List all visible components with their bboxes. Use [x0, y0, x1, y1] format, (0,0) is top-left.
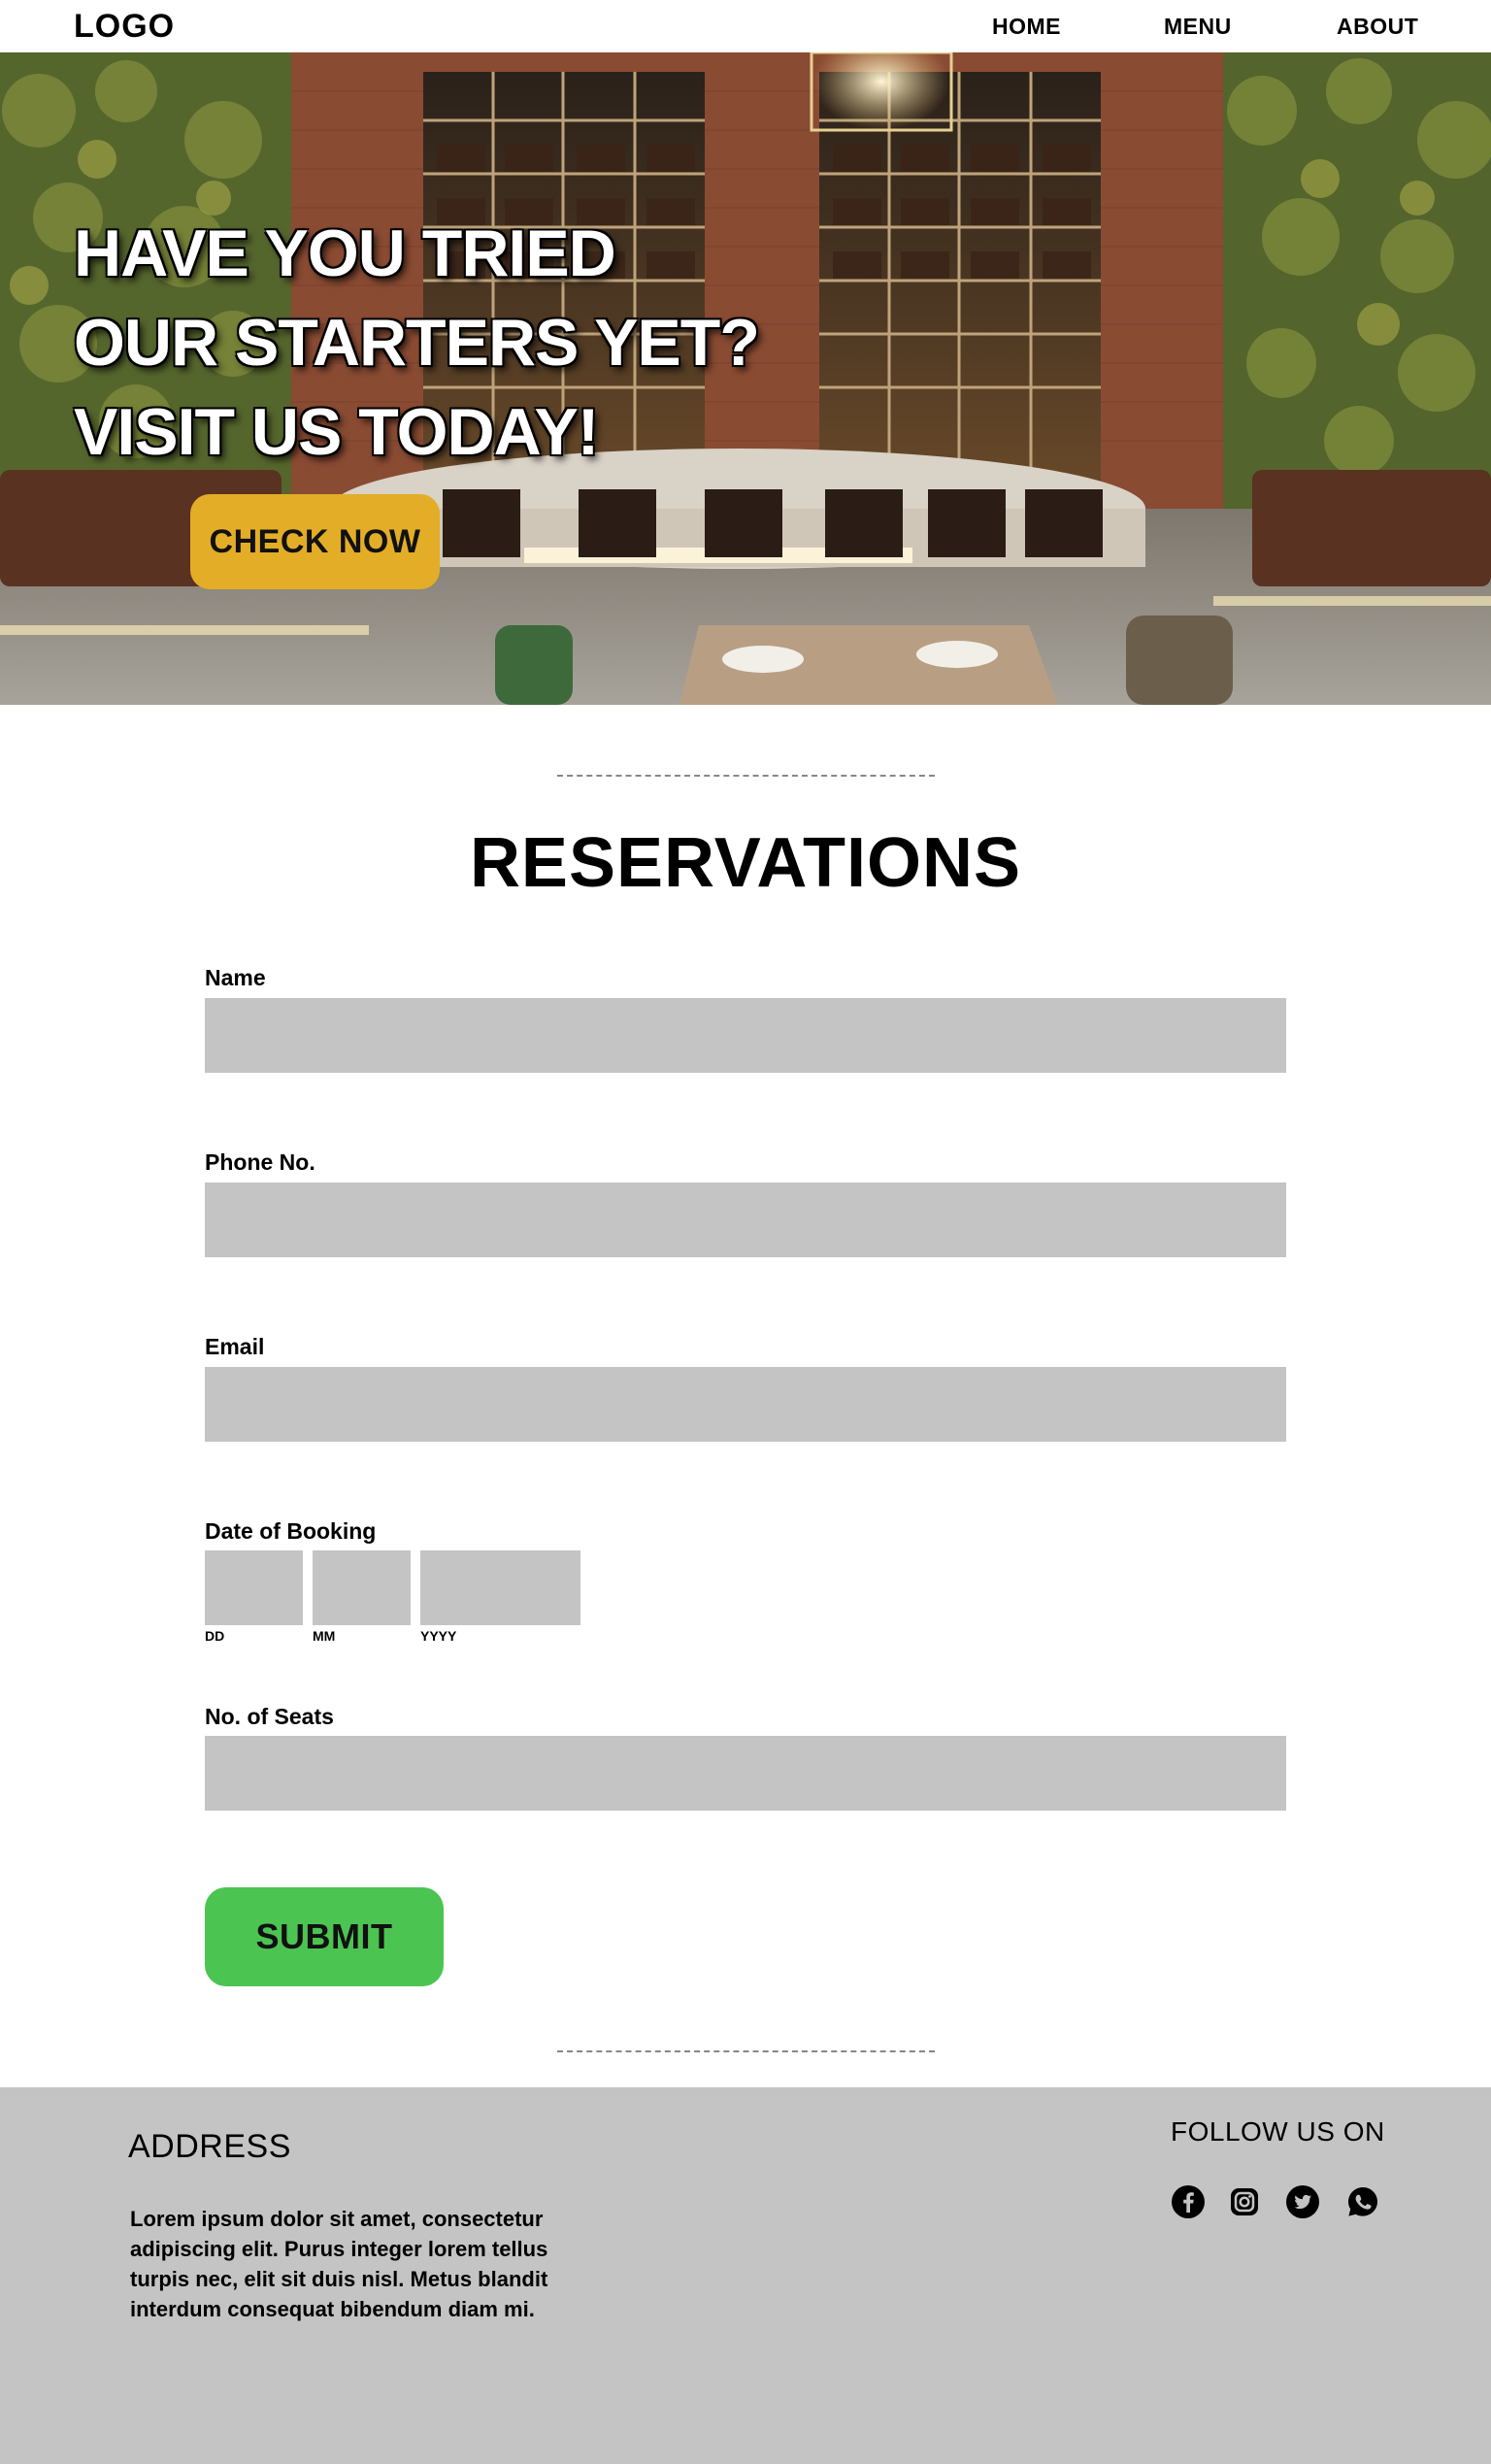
date-month-input[interactable]: [313, 1550, 411, 1625]
hero-headline-line-1: HAVE YOU TRIED: [74, 216, 616, 290]
site-logo[interactable]: LOGO: [74, 8, 175, 46]
name-input[interactable]: [205, 998, 1286, 1073]
nav-link-about[interactable]: ABOUT: [1337, 14, 1418, 40]
twitter-icon[interactable]: [1285, 2184, 1320, 2219]
hero-headline-line-3: VISIT US TODAY!: [74, 395, 599, 469]
email-label: Email: [205, 1334, 265, 1359]
seats-input[interactable]: [205, 1736, 1286, 1811]
whatsapp-icon[interactable]: [1345, 2184, 1380, 2219]
date-year-caption: YYYY: [420, 1628, 457, 1644]
submit-button[interactable]: SUBMIT: [205, 1887, 444, 1986]
follow-us-title: FOLLOW US ON: [1171, 2116, 1385, 2147]
reservations-title: RESERVATIONS: [469, 824, 1022, 902]
instagram-icon[interactable]: [1227, 2184, 1262, 2219]
date-label: Date of Booking: [205, 1518, 377, 1544]
nav-link-menu[interactable]: MENU: [1164, 14, 1232, 40]
date-day-input[interactable]: [205, 1550, 303, 1625]
nav-link-home[interactable]: HOME: [992, 14, 1061, 40]
date-day-caption: DD: [205, 1628, 225, 1644]
facebook-icon[interactable]: [1171, 2184, 1206, 2219]
address-text: Lorem ipsum dolor sit amet, consectetur …: [130, 2207, 548, 2321]
phone-input[interactable]: [205, 1182, 1286, 1257]
email-input[interactable]: [205, 1367, 1286, 1442]
footer: ADDRESS Lorem ipsum dolor sit amet, cons…: [0, 2087, 1491, 2464]
seats-label: No. of Seats: [205, 1704, 334, 1729]
address-title: ADDRESS: [128, 2128, 291, 2165]
top-navbar: LOGO HOME MENU ABOUT: [0, 0, 1491, 52]
hero-headline-line-2: OUR STARTERS YET?: [74, 306, 760, 380]
section-divider-top: [557, 775, 935, 777]
date-year-input[interactable]: [420, 1550, 580, 1625]
section-divider-bottom: [557, 2050, 935, 2052]
phone-label: Phone No.: [205, 1149, 315, 1175]
name-label: Name: [205, 965, 266, 990]
date-month-caption: MM: [313, 1628, 336, 1644]
hero-banner: HAVE YOU TRIED OUR STARTERS YET? VISIT U…: [0, 52, 1491, 705]
check-now-button[interactable]: CHECK NOW: [190, 494, 440, 589]
